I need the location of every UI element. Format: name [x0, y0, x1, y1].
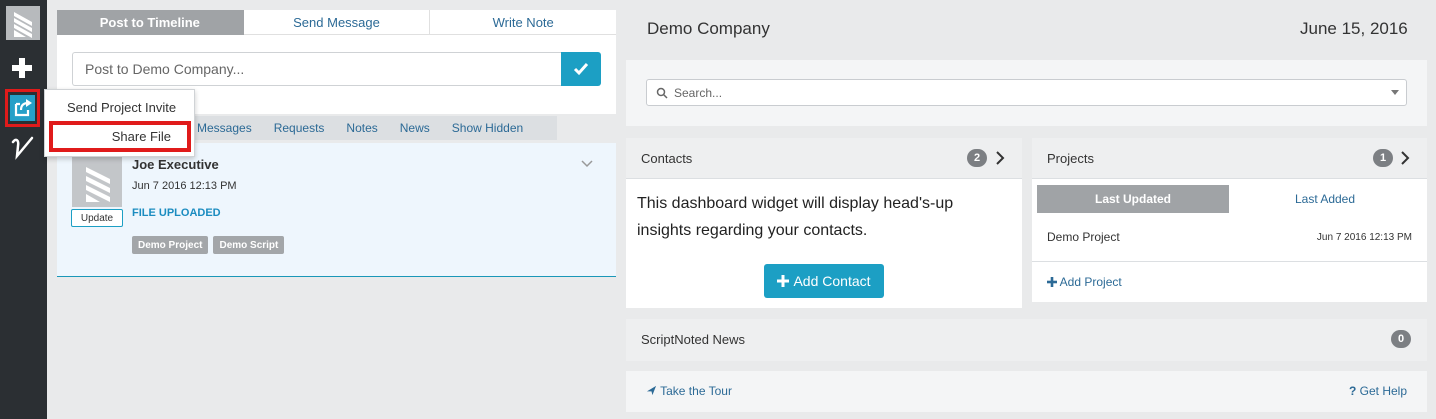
project-date: Jun 7 2016 12:13 PM: [1316, 232, 1412, 243]
plus-icon: [777, 275, 790, 287]
share-button[interactable]: [5, 89, 40, 127]
add-project-label: Add Project: [1059, 275, 1122, 289]
filter-requests[interactable]: Requests: [274, 121, 325, 135]
feed-date: Jun 7 2016 12:13 PM: [132, 180, 237, 192]
filter-messages[interactable]: Messages: [197, 121, 252, 135]
share-icon: [10, 95, 35, 121]
add-contact-button[interactable]: Add Contact: [764, 264, 884, 298]
chevron-right-icon[interactable]: [1400, 151, 1410, 165]
tab-last-added[interactable]: Last Added: [1229, 185, 1421, 213]
post-input[interactable]: [72, 52, 561, 86]
scriptnoted-v-icon[interactable]: [10, 134, 38, 160]
feed-author[interactable]: Joe Executive: [132, 157, 219, 172]
question-icon: ?: [1348, 384, 1357, 398]
get-help-link[interactable]: ? Get Help: [1349, 384, 1407, 398]
menu-item-share-file[interactable]: Share File: [49, 121, 191, 152]
search-icon: [656, 87, 668, 99]
tag-list: Demo Project Demo Script: [132, 236, 285, 254]
tab-write-note[interactable]: Write Note: [430, 10, 617, 35]
search-panel: [626, 60, 1427, 126]
tab-post-to-timeline[interactable]: Post to Timeline: [57, 10, 244, 35]
update-button[interactable]: Update: [71, 209, 123, 227]
tab-last-updated[interactable]: Last Updated: [1037, 185, 1229, 213]
add-project-link[interactable]: Add Project: [1047, 275, 1122, 289]
composer-tabs: Post to Timeline Send Message Write Note: [57, 10, 617, 35]
plus-icon[interactable]: [11, 57, 33, 79]
chevron-right-icon[interactable]: [995, 151, 1005, 165]
projects-widget: Projects 1 Last Updated Last Added Demo …: [1032, 138, 1427, 302]
share-popup-menu: Send Project Invite Share File: [44, 89, 195, 157]
tour-label: Take the Tour: [660, 384, 732, 398]
contacts-title: Contacts: [641, 151, 693, 166]
filter-show-hidden[interactable]: Show Hidden: [452, 121, 523, 135]
header-date: June 15, 2016: [1300, 19, 1408, 38]
projects-title: Projects: [1047, 151, 1094, 166]
feed-item: Update Joe Executive Jun 7 2016 12:13 PM…: [57, 143, 616, 277]
contacts-widget: Contacts 2 This dashboard widget will di…: [626, 138, 1022, 308]
add-contact-label: Add Contact: [793, 273, 871, 289]
dropdown-caret-icon[interactable]: [1391, 90, 1399, 95]
news-count-badge: 0: [1391, 330, 1411, 348]
news-title: ScriptNoted News: [641, 332, 746, 347]
post-submit-button[interactable]: [561, 52, 601, 86]
project-name: Demo Project: [1047, 230, 1120, 244]
checkmark-icon: [573, 63, 589, 76]
chevron-down-icon[interactable]: [580, 159, 594, 169]
footer-links-bar: Take the Tour ? Get Help: [626, 371, 1427, 412]
projects-header[interactable]: Projects 1: [1032, 138, 1427, 179]
news-widget[interactable]: ScriptNoted News 0: [626, 319, 1427, 361]
tag-demo-project[interactable]: Demo Project: [132, 236, 209, 254]
help-label: Get Help: [1359, 384, 1407, 398]
search-box[interactable]: [646, 79, 1407, 106]
menu-item-send-project-invite[interactable]: Send Project Invite: [67, 100, 176, 115]
tab-send-message[interactable]: Send Message: [243, 10, 431, 35]
filter-news[interactable]: News: [400, 121, 430, 135]
take-the-tour-link[interactable]: Take the Tour: [646, 384, 732, 398]
search-input[interactable]: [674, 84, 1374, 102]
plus-icon: [1047, 277, 1057, 287]
left-rail: [0, 0, 47, 419]
filter-notes[interactable]: Notes: [346, 121, 377, 135]
contacts-description: This dashboard widget will display head'…: [637, 195, 954, 239]
tag-demo-script[interactable]: Demo Script: [213, 236, 285, 254]
feed-status: FILE UPLOADED: [132, 207, 221, 219]
logo-icon[interactable]: [6, 6, 40, 40]
contacts-count-badge: 2: [967, 149, 987, 167]
airplane-icon: [646, 385, 657, 396]
projects-count-badge: 1: [1373, 149, 1393, 167]
contacts-header[interactable]: Contacts 2: [626, 138, 1022, 179]
file-thumbnail-icon: [72, 157, 122, 207]
projects-tabs: Last Updated Last Added: [1037, 185, 1421, 213]
company-name: Demo Company: [647, 19, 770, 38]
project-row[interactable]: Demo Project Jun 7 2016 12:13 PM: [1032, 218, 1427, 262]
